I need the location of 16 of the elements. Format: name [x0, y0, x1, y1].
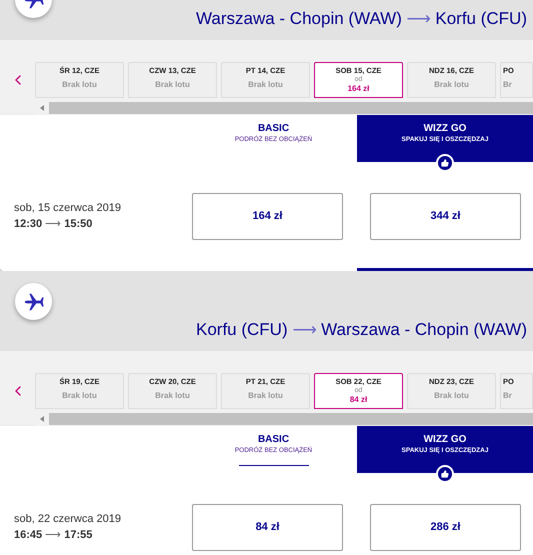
scrollbar-thumb[interactable] — [49, 413, 533, 425]
fare-price-button[interactable]: 84 zł — [192, 504, 343, 550]
route-title: Korfu (CFU) ⟶ Warszawa - Chopin (WAW) — [196, 318, 527, 340]
fare-name: WIZZ GO — [424, 434, 466, 446]
fare-price-button[interactable]: 344 zł — [370, 192, 521, 240]
flight-date: sob, 22 czerwca 2019 — [14, 512, 122, 527]
flight-date: sob, 15 czerwca 2019 — [14, 201, 122, 216]
fare-name: BASIC — [258, 123, 290, 135]
fare-price-button[interactable]: 286 zł — [370, 504, 521, 550]
flight-times: 12:30 ⟶ 15:50 — [14, 217, 94, 232]
fare-name: BASIC — [258, 434, 290, 446]
fare-price-button[interactable]: 164 zł — [192, 192, 343, 240]
fare-name: WIZZ GO — [424, 123, 466, 135]
flight-times: 16:45 ⟶ 17:55 — [14, 528, 94, 543]
route-title: Warszawa - Chopin (WAW) ⟶ Korfu (CFU) — [196, 8, 527, 30]
scrollbar-thumb[interactable] — [49, 102, 533, 114]
